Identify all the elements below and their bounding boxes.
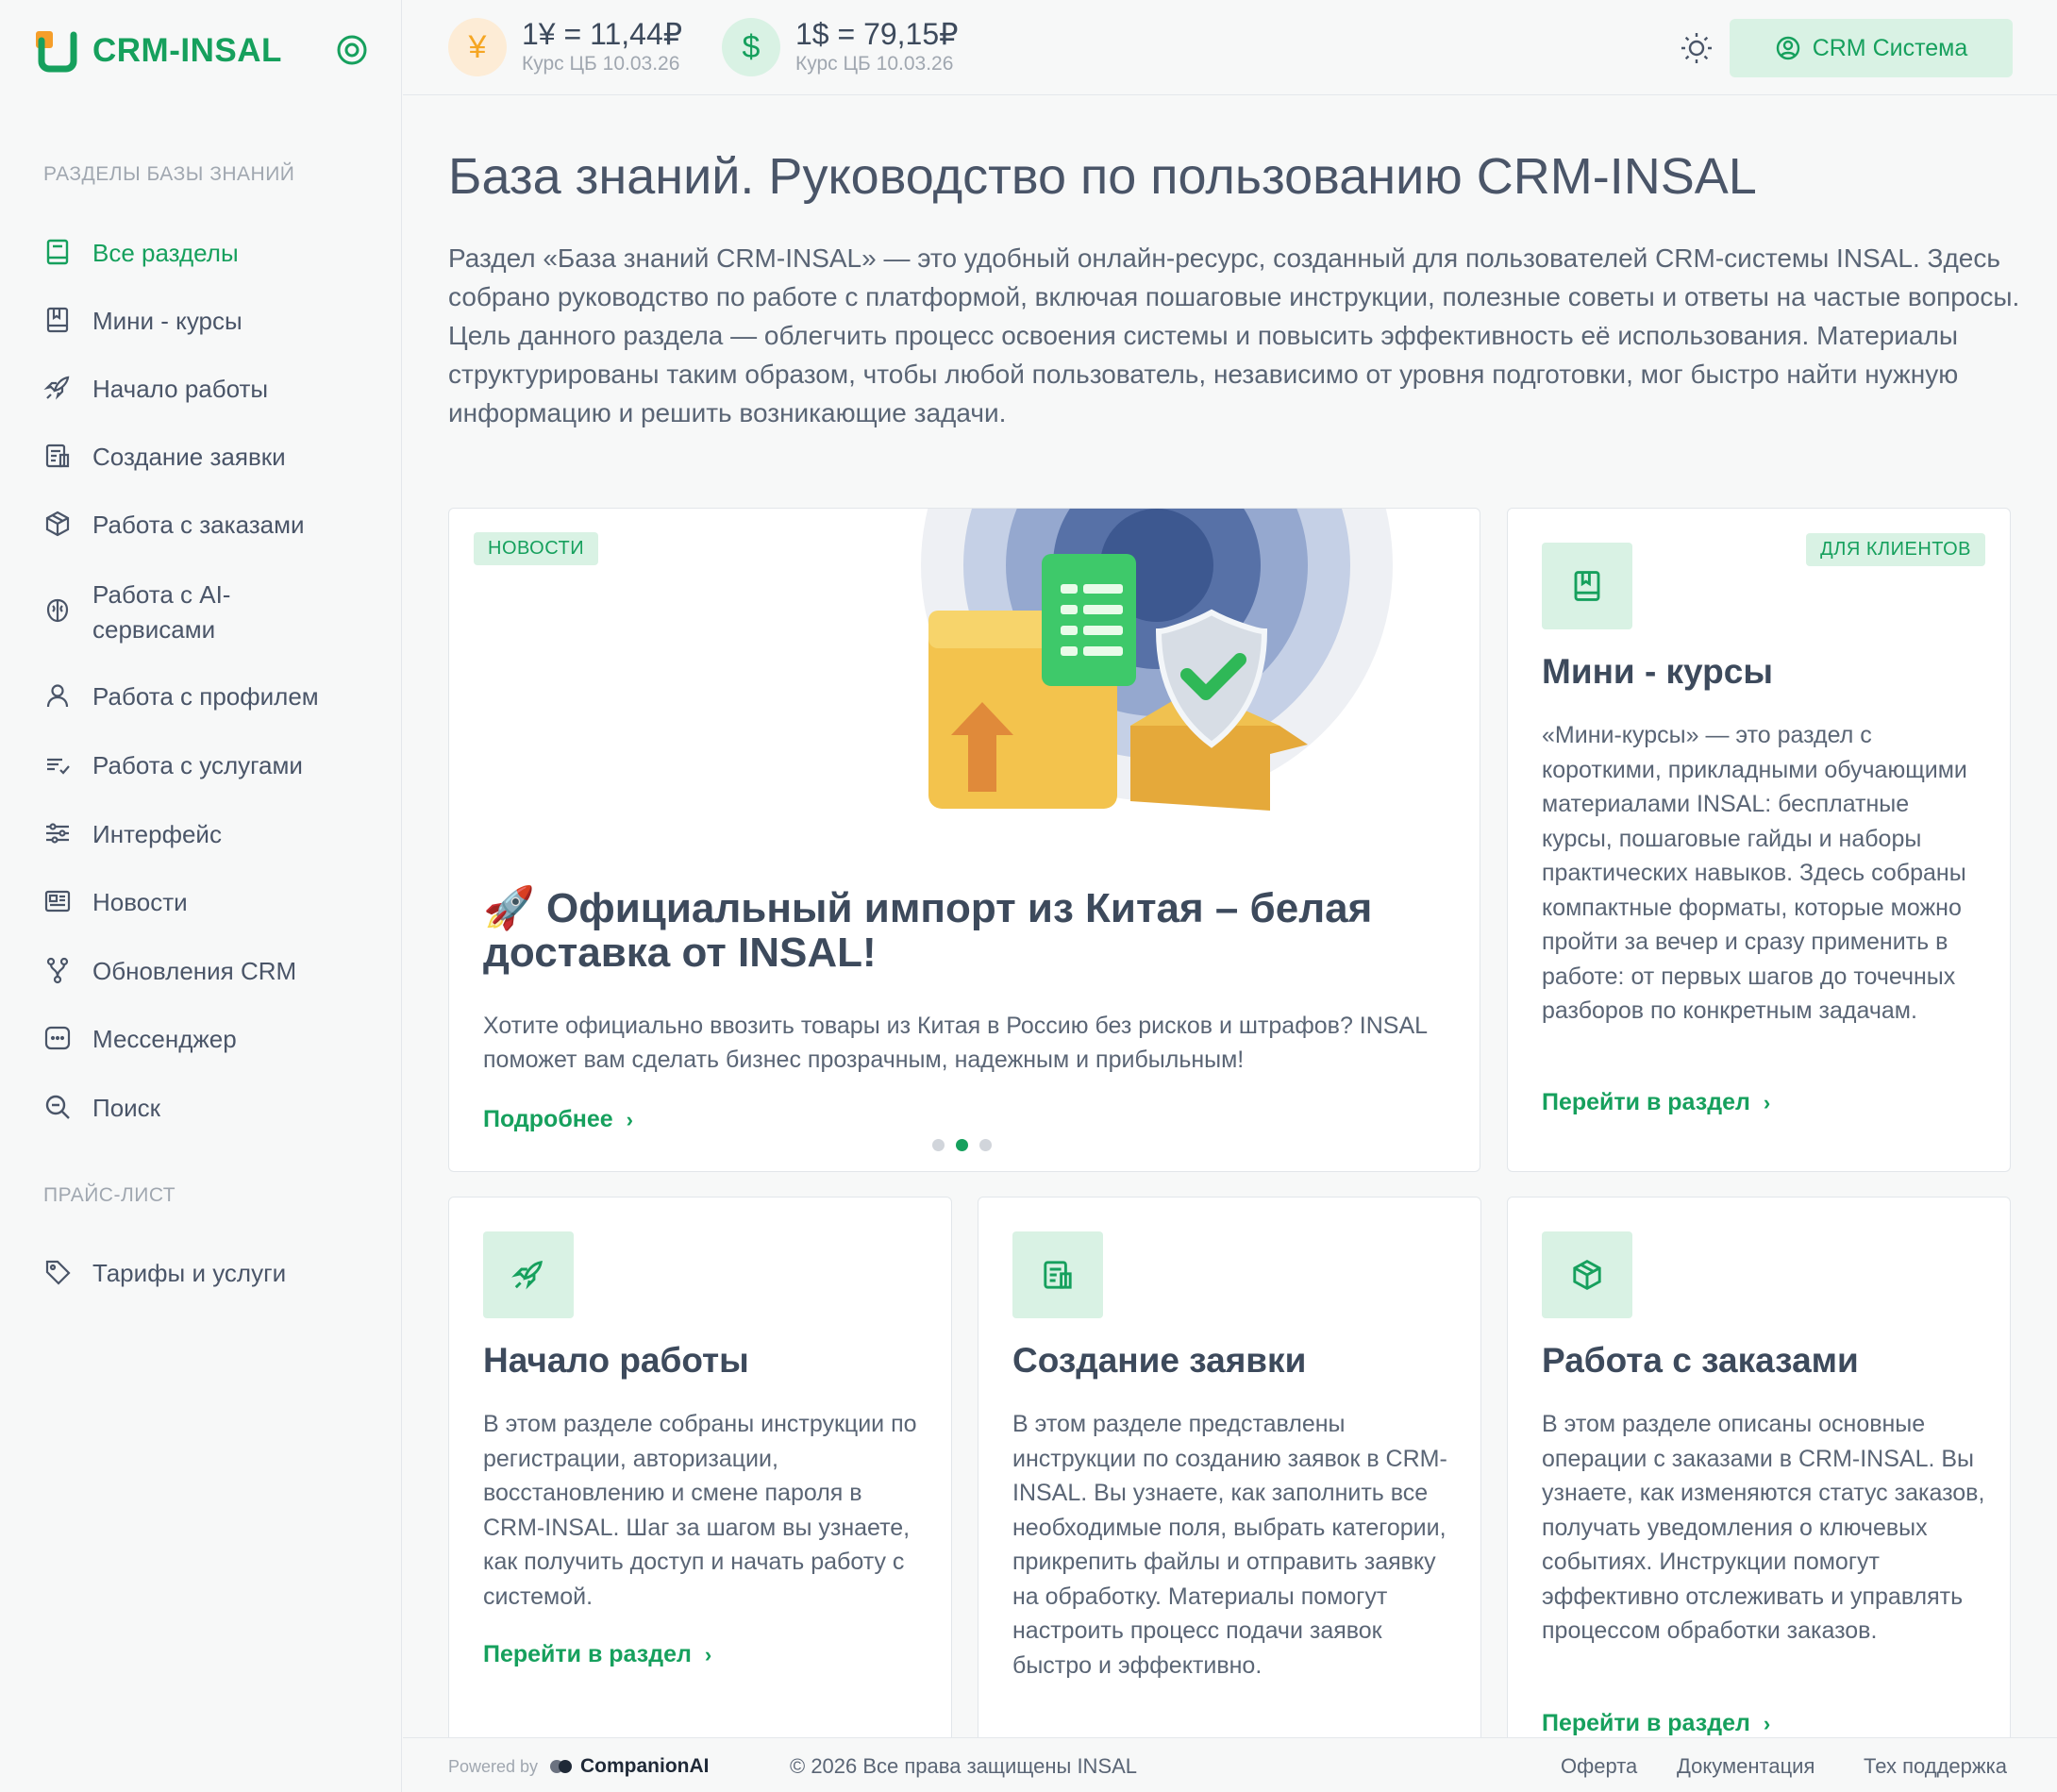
news-card[interactable]: НОВОСТИ 🚀 Официальный импорт из Китая – …	[448, 508, 1480, 1172]
footer-link-offer[interactable]: Оферта	[1561, 1754, 1637, 1779]
target-icon[interactable]	[336, 34, 368, 66]
companion-logo[interactable]: CompanionAI	[548, 1755, 710, 1778]
sidebar-item-messenger[interactable]: Мессенджер	[43, 1022, 237, 1057]
start-card[interactable]: Начало работы В этом разделе собраны инс…	[448, 1197, 952, 1792]
yuan-icon: ¥	[448, 18, 507, 76]
chevron-right-icon: ›	[704, 1642, 712, 1666]
section-label-price: ПРАЙС-ЛИСТ	[43, 1184, 176, 1206]
brand-name: CRM-INSAL	[92, 32, 282, 69]
news-illustration	[911, 509, 1402, 829]
sidebar-item-tariffs[interactable]: Тарифы и услуги	[43, 1256, 286, 1291]
courses-link[interactable]: Перейти в раздел ›	[1542, 1089, 1770, 1116]
book-icon	[43, 238, 72, 266]
footer-link-support[interactable]: Тех поддержка	[1864, 1754, 2007, 1779]
search-icon	[43, 1093, 72, 1121]
package-icon	[43, 510, 72, 538]
page-title: База знаний. Руководство по пользованию …	[448, 148, 1757, 205]
sidebar-item-all[interactable]: Все разделы	[43, 236, 239, 271]
request-title: Создание заявки	[1012, 1341, 1307, 1380]
list-icon	[43, 750, 72, 779]
rate-yuan-value: 1¥ = 11,44₽	[522, 17, 683, 51]
intro-text: Раздел «База знаний CRM-INSAL» — это удо…	[448, 243, 2020, 427]
start-title: Начало работы	[483, 1341, 749, 1380]
news-more-link[interactable]: Подробнее ›	[483, 1106, 633, 1133]
sidebar-item-profile[interactable]: Работа с профилем	[43, 679, 319, 714]
form-icon	[43, 442, 72, 470]
start-text: В этом разделе собраны инструкции по рег…	[483, 1411, 917, 1610]
user-icon	[43, 681, 72, 710]
rate-dollar: $ 1$ = 79,15₽ Курс ЦБ 10.03.26	[722, 17, 959, 77]
sidebar-item-search[interactable]: Поиск	[43, 1091, 160, 1126]
sidebar: CRM-INSAL РАЗДЕЛЫ БАЗЫ ЗНАНИЙ Все раздел…	[0, 0, 402, 1792]
form-icon	[1012, 1231, 1103, 1318]
request-text: В этом разделе представлены инструкции п…	[1012, 1411, 1447, 1679]
brand[interactable]: CRM-INSAL	[34, 26, 282, 75]
carousel-dot[interactable]	[932, 1139, 945, 1151]
rate-dollar-date: Курс ЦБ 10.03.26	[795, 53, 954, 75]
courses-text: «Мини-курсы» — это раздел с короткими, п…	[1542, 722, 1967, 1024]
rate-yuan-date: Курс ЦБ 10.03.26	[522, 53, 680, 75]
footer: Powered by CompanionAI © 2026 Все права …	[403, 1737, 2057, 1792]
news-badge: НОВОСТИ	[474, 532, 599, 565]
chevron-right-icon: ›	[1763, 1711, 1771, 1735]
powered-by-label: Powered by	[448, 1757, 539, 1776]
tag-icon	[43, 1258, 72, 1286]
sidebar-item-start[interactable]: Начало работы	[43, 372, 268, 407]
section-label-knowledge: РАЗДЕЛЫ БАЗЫ ЗНАНИЙ	[43, 163, 295, 185]
courses-card[interactable]: ДЛЯ КЛИЕНТОВ Мини - курсы «Мини-курсы» —…	[1507, 508, 2011, 1172]
companion-logo-icon	[550, 1760, 572, 1773]
message-icon	[43, 1024, 72, 1052]
chevron-right-icon: ›	[1763, 1090, 1771, 1114]
carousel-dots	[932, 1139, 992, 1151]
rate-yuan: ¥ 1¥ = 11,44₽ Курс ЦБ 10.03.26	[448, 17, 682, 77]
sidebar-item-updates[interactable]: Обновления CRM	[43, 954, 296, 989]
carousel-dot[interactable]	[979, 1139, 992, 1151]
brand-logo-icon	[34, 29, 77, 73]
brain-icon	[43, 596, 72, 625]
orders-title: Работа с заказами	[1542, 1341, 1859, 1380]
main-content: База знаний. Руководство по пользованию …	[403, 95, 2057, 1792]
newspaper-icon	[43, 887, 72, 915]
start-link[interactable]: Перейти в раздел ›	[483, 1641, 711, 1668]
rate-dollar-value: 1$ = 79,15₽	[795, 17, 959, 51]
crm-system-button[interactable]: CRM Система	[1730, 19, 2013, 77]
footer-link-docs[interactable]: Документация	[1677, 1754, 1815, 1779]
top-header: ¥ 1¥ = 11,44₽ Курс ЦБ 10.03.26 $ 1$ = 79…	[403, 0, 2057, 95]
git-branch-icon	[43, 956, 72, 984]
orders-text: В этом разделе описаны основные операции…	[1542, 1411, 1985, 1644]
sidebar-item-ai[interactable]: Работа с AI-сервисами	[43, 578, 279, 647]
sun-icon[interactable]	[1679, 30, 1714, 66]
sidebar-item-courses[interactable]: Мини - курсы	[43, 304, 242, 339]
news-title: 🚀 Официальный импорт из Китая – белая до…	[483, 885, 1373, 976]
chevron-right-icon: ›	[626, 1107, 633, 1131]
clients-badge: ДЛЯ КЛИЕНТОВ	[1806, 533, 1985, 566]
package-icon	[1542, 1231, 1632, 1318]
dollar-icon: $	[722, 18, 780, 76]
rocket-icon	[43, 374, 72, 402]
carousel-dot-active[interactable]	[956, 1139, 968, 1151]
news-text: Хотите официально ввозить товары из Кита…	[483, 1013, 1428, 1073]
rocket-icon	[483, 1231, 574, 1318]
orders-card[interactable]: Работа с заказами В этом разделе описаны…	[1507, 1197, 2011, 1792]
user-circle-icon	[1776, 36, 1799, 60]
courses-title: Мини - курсы	[1542, 652, 1773, 691]
sidebar-item-news[interactable]: Новости	[43, 885, 188, 920]
copyright: © 2026 Все права защищены INSAL	[790, 1754, 1138, 1778]
sidebar-item-services[interactable]: Работа с услугами	[43, 748, 303, 783]
sidebar-item-interface[interactable]: Интерфейс	[43, 817, 222, 852]
companion-name: CompanionAI	[580, 1755, 710, 1777]
book-open-icon	[43, 306, 72, 334]
book-open-icon	[1542, 543, 1632, 629]
orders-link[interactable]: Перейти в раздел ›	[1542, 1710, 1770, 1737]
sidebar-item-orders[interactable]: Работа с заказами	[43, 508, 305, 543]
sidebar-item-request[interactable]: Создание заявки	[43, 440, 286, 475]
request-card[interactable]: Создание заявки В этом разделе представл…	[978, 1197, 1481, 1792]
sliders-icon	[43, 819, 72, 847]
